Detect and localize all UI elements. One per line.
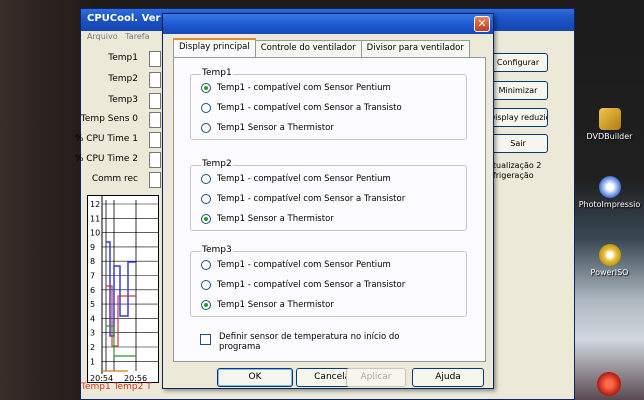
- radio-button[interactable]: [201, 123, 211, 133]
- radio-label: Temp1 Sensor a Thermistor: [217, 214, 334, 224]
- graph-y-tick: 2: [90, 343, 95, 352]
- help-button[interactable]: Ajuda: [412, 368, 484, 387]
- radio-button[interactable]: [201, 300, 211, 310]
- radio-button[interactable]: [201, 194, 211, 204]
- radio-label: Temp1 - compatível com Sensor Pentium: [217, 174, 391, 184]
- graph-y-tick: 8: [90, 257, 95, 266]
- close-icon[interactable]: ✕: [474, 16, 490, 32]
- group-temp3: Temp3 Temp1 - compatível com Sensor Pent…: [190, 245, 467, 317]
- startup-sensor-label: Definir sensor de temperatura no início …: [219, 332, 400, 352]
- desktop-icon-poweriso[interactable]: PowerISO: [575, 244, 644, 277]
- sair-button[interactable]: Sair: [488, 134, 548, 153]
- photo-icon: [598, 176, 621, 198]
- label-comm-rec: Comm rec: [91, 174, 138, 184]
- radio-temp1-thermistor[interactable]: Temp1 Sensor a Thermistor: [201, 121, 334, 135]
- graph-y-tick: 5: [90, 300, 95, 309]
- desktop: DVDBuilder PhotoImpressio PowerISO: [575, 0, 644, 400]
- graph-y-tick: 11: [90, 214, 100, 223]
- group-temp2: Temp2 Temp1 - compatível com Sensor Pent…: [190, 159, 467, 231]
- radio-label: Temp1 - compatível com Sensor a Transist…: [217, 280, 406, 290]
- radio-temp3-pentium[interactable]: Temp1 - compatível com Sensor Pentium: [201, 258, 391, 272]
- radio-button[interactable]: [201, 280, 211, 290]
- radio-button[interactable]: [201, 260, 211, 270]
- menu-arquivo[interactable]: Arquivo: [87, 32, 118, 41]
- group-title-temp1: Temp1: [201, 68, 233, 78]
- ok-button[interactable]: OK: [217, 368, 293, 387]
- graph-y-tick: 7: [90, 272, 95, 281]
- graph-legend: Temp1 Temp2 T: [81, 382, 152, 392]
- apply-button[interactable]: Aplicar: [346, 368, 406, 387]
- graph-y-tick: 12: [90, 200, 100, 209]
- legend-temp3: T: [146, 382, 152, 392]
- tab-display-principal[interactable]: Display principal: [173, 38, 256, 57]
- radio-temp2-pentium[interactable]: Temp1 - compatível com Sensor Pentium: [201, 172, 391, 186]
- temperature-graph: 12 11 10 9 8 7 6 5 4 3 2 1 20:54 20:56: [87, 195, 159, 383]
- temp1-field: [149, 51, 161, 67]
- radio-temp1-pentium[interactable]: Temp1 - compatível com Sensor Pentium: [201, 81, 391, 95]
- group-title-temp3: Temp3: [201, 245, 233, 255]
- radio-label: Temp1 - compatível com Sensor Pentium: [217, 83, 391, 93]
- label-temp-sens-0: Temp Sens 0: [80, 114, 138, 124]
- radio-label: Temp1 Sensor a Thermistor: [217, 300, 334, 310]
- desktop-icon-photoimpression[interactable]: PhotoImpressio: [575, 176, 644, 209]
- dialog-titlebar: ✕: [163, 14, 493, 34]
- radio-temp3-thermistor[interactable]: Temp1 Sensor a Thermistor: [201, 298, 334, 312]
- disc-icon: [598, 244, 621, 266]
- tab-panel-display-principal: Temp1 Temp1 - compatível com Sensor Pent…: [173, 57, 486, 362]
- label-cpu-time-1: % CPU Time 1: [74, 134, 138, 144]
- cpu-time2-field: [149, 152, 161, 168]
- status-atualizacao: atualização 2: [488, 161, 542, 170]
- radio-button[interactable]: [201, 214, 211, 224]
- radio-label: Temp1 - compatível com Sensor Pentium: [217, 260, 391, 270]
- legend-temp2: Temp2: [113, 382, 144, 392]
- menu-tarefa[interactable]: Tarefa: [125, 32, 149, 41]
- display-reduzido-button[interactable]: Display reduzido: [488, 108, 548, 127]
- startup-sensor-option[interactable]: Definir sensor de temperatura no início …: [200, 332, 419, 352]
- graph-y-tick: 9: [90, 243, 95, 252]
- radio-temp1-transistor[interactable]: Temp1 - compatível com Sensor a Transist…: [201, 101, 402, 115]
- configurar-button[interactable]: Configurar: [488, 53, 548, 72]
- sensor-settings-dialog: ✕ Display principal Controle do ventilad…: [162, 13, 494, 389]
- radio-button[interactable]: [201, 83, 211, 93]
- label-temp3: Temp3: [108, 95, 138, 105]
- temp-sens0-field: [149, 112, 161, 128]
- startup-sensor-checkbox[interactable]: [200, 334, 211, 345]
- radio-button[interactable]: [201, 103, 211, 113]
- tab-controle-ventilador[interactable]: Controle do ventilador: [254, 40, 362, 57]
- radio-label: Temp1 - compatível com Sensor a Transist…: [217, 194, 406, 204]
- graph-y-tick: 3: [90, 329, 95, 338]
- dvd-icon: [598, 108, 621, 130]
- radio-temp2-thermistor[interactable]: Temp1 Sensor a Thermistor: [201, 212, 334, 226]
- minimizar-button[interactable]: Minimizar: [488, 81, 548, 100]
- radio-button[interactable]: [201, 174, 211, 184]
- temp2-field: [149, 72, 161, 88]
- tab-strip: Display principal Controle do ventilador…: [173, 38, 470, 57]
- radio-temp3-transistor[interactable]: Temp1 - compatível com Sensor a Transist…: [201, 278, 405, 292]
- tab-divisor-ventilador[interactable]: Divisor para ventilador: [360, 40, 470, 57]
- group-title-temp2: Temp2: [201, 159, 233, 169]
- graph-y-tick: 4: [90, 314, 95, 323]
- legend-temp1: Temp1: [81, 382, 111, 392]
- graph-y-tick: 10: [90, 229, 100, 238]
- temp-series-blue: [106, 241, 136, 337]
- label-temp1: Temp1: [108, 53, 138, 63]
- label-temp2: Temp2: [108, 74, 138, 84]
- group-temp1: Temp1 Temp1 - compatível com Sensor Pent…: [190, 68, 467, 140]
- cpu-time1-field: [149, 132, 161, 148]
- taskbar-app-icon[interactable]: [597, 372, 621, 396]
- radio-label: Temp1 - compatível com Sensor a Transist…: [217, 103, 402, 113]
- comm-rec-field: [149, 172, 161, 188]
- status-refrigeracao: efrigeração: [488, 171, 534, 180]
- graph-y-tick: 6: [90, 286, 95, 295]
- graph-y-tick: 1: [90, 357, 95, 366]
- label-cpu-time-2: % CPU Time 2: [74, 154, 138, 164]
- desktop-icon-dvdbuilder[interactable]: DVDBuilder: [575, 108, 644, 141]
- temp3-field: [149, 93, 161, 109]
- radio-label: Temp1 Sensor a Thermistor: [217, 123, 334, 133]
- radio-temp2-transistor[interactable]: Temp1 - compatível com Sensor a Transist…: [201, 192, 405, 206]
